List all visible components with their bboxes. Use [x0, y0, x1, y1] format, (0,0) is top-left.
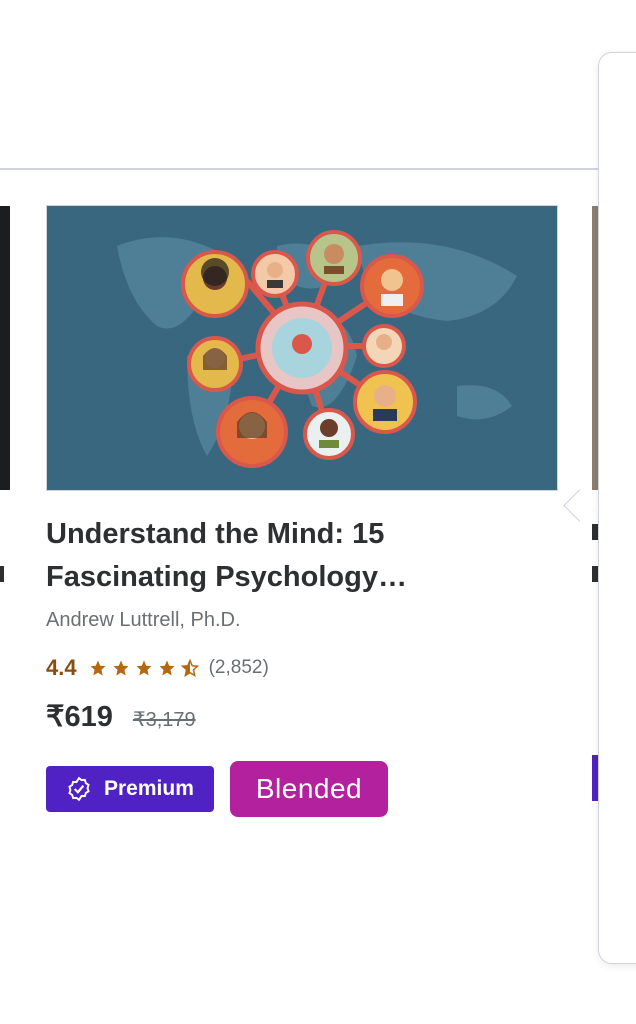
review-count: (2,852): [208, 657, 269, 678]
rating-stars: [89, 659, 199, 677]
course-card[interactable]: Understand the Mind: 15 Fascinating Psyc…: [46, 205, 558, 817]
star-icon: [90, 660, 106, 676]
blended-badge: Blended: [229, 761, 389, 817]
premium-badge: Premium: [46, 766, 214, 812]
rating-row: 4.4 (2,852): [46, 651, 558, 685]
original-price: ₹3,179: [132, 709, 196, 731]
previous-course-title-fragment[interactable]: [0, 566, 4, 582]
popover-arrow: [563, 489, 596, 522]
premium-badge-label: Premium: [104, 777, 194, 800]
course-thumbnail[interactable]: [46, 205, 558, 491]
star-icon: [113, 660, 129, 676]
rating-value: 4.4: [46, 655, 77, 680]
verified-badge-icon: [68, 776, 90, 802]
half-star-icon: [180, 659, 199, 677]
course-preview-popover: [598, 52, 636, 964]
instructor-name: Andrew Luttrell, Ph.D.: [46, 609, 241, 631]
section-divider: [0, 168, 600, 170]
star-icon: [136, 660, 152, 676]
star-icon: [159, 660, 175, 676]
course-title[interactable]: Understand the Mind: 15 Fascinating Psyc…: [46, 513, 516, 599]
price-row: ₹619 ₹3,179: [46, 699, 558, 739]
previous-course-thumbnail[interactable]: [0, 206, 10, 490]
current-price: ₹619: [46, 701, 113, 733]
badges: Premium Blended: [46, 761, 558, 817]
